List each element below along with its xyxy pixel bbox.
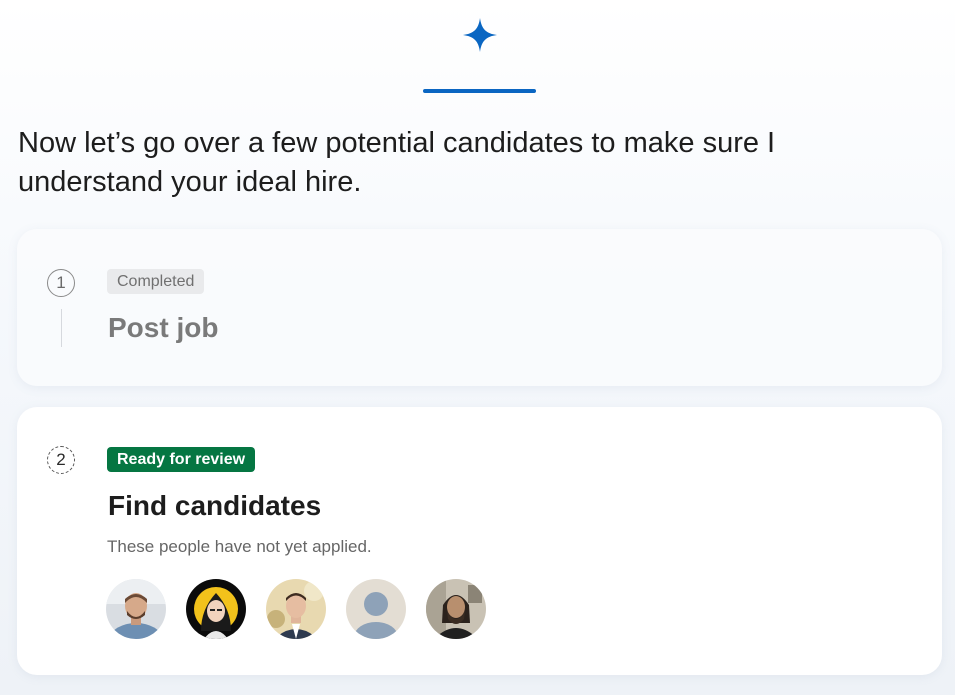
candidate-avatar[interactable] (186, 579, 246, 639)
candidate-avatars (106, 579, 486, 639)
sparkle-icon (463, 18, 497, 52)
step-number: 1 (47, 269, 75, 297)
default-avatar-icon[interactable] (346, 579, 406, 639)
step-connector (61, 309, 62, 347)
step-card-post-job: 1 Completed Post job (17, 229, 942, 386)
status-badge: Ready for review (107, 447, 256, 472)
candidate-avatar[interactable] (426, 579, 486, 639)
intro-message: Now let’s go over a few potential candid… (18, 127, 776, 198)
header-divider (423, 89, 536, 93)
candidate-avatar[interactable] (266, 579, 326, 639)
step-card-find-candidates: 2 Ready for review Find candidates These… (17, 407, 942, 675)
step-subtitle: These people have not yet applied. (107, 537, 372, 556)
candidate-avatar[interactable] (106, 579, 166, 639)
step-number: 2 (47, 446, 75, 474)
step-title: Find candidates (108, 490, 322, 521)
status-badge: Completed (107, 269, 205, 294)
step-title: Post job (108, 312, 219, 343)
